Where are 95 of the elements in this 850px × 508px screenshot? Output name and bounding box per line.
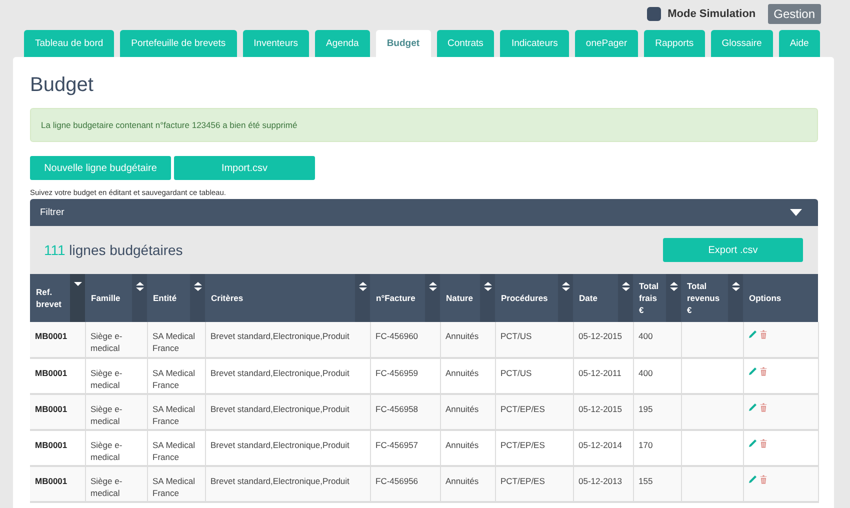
table-cell: 05-12-2015: [578, 330, 622, 342]
action-button[interactable]: Import.csv: [174, 156, 315, 180]
table-cell: FC-456958: [376, 403, 418, 415]
table-cell: Brevet standard,Electronique,Produit: [210, 439, 350, 451]
table-cell: Annuités: [446, 475, 479, 487]
trash-icon[interactable]: [760, 475, 766, 484]
nav-tab[interactable]: Inventeurs: [242, 30, 310, 57]
column-header: Entité: [152, 292, 178, 304]
table-cell: FC-456957: [376, 439, 418, 451]
table-cell: 05-12-2015: [578, 403, 622, 415]
trash-icon[interactable]: [760, 330, 766, 339]
table-cell: Brevet standard,Electronique,Produit: [210, 330, 350, 342]
table-cell-text: Siège e-medical: [90, 439, 124, 463]
sort-icon[interactable]: [732, 282, 740, 291]
table-cell: Brevet standard,Electronique,Produit: [210, 475, 350, 487]
table-cell-text: SA Medical France: [152, 330, 196, 354]
nav-tab[interactable]: Indicateurs: [500, 30, 569, 57]
table-cell-text: SA Medical France: [152, 475, 196, 499]
sort-icon[interactable]: [74, 282, 82, 286]
table-cell: FC-456959: [376, 367, 418, 379]
table-cell: FC-456956: [376, 475, 418, 487]
trash-icon[interactable]: [760, 403, 766, 412]
row-count: 111 lignes budgétaires: [44, 242, 183, 258]
sort-icon[interactable]: [670, 282, 678, 291]
simulation-checkbox[interactable]: [646, 7, 661, 21]
table-cell: PCT/US: [500, 330, 532, 342]
nav-tab[interactable]: Budget: [376, 30, 431, 57]
table-cell: 05-12-2013: [578, 475, 622, 487]
filter-bar[interactable]: Filtrer: [30, 199, 818, 226]
column-header: Options: [748, 292, 782, 304]
column-header: Ref. brevet: [35, 286, 63, 310]
table-cell: PCT/EP/ES: [500, 403, 545, 415]
filter-label: Filtrer: [40, 207, 64, 218]
simulation-label: Mode Simulation: [668, 8, 756, 20]
sort-icon[interactable]: [562, 282, 570, 291]
table-cell: 170: [638, 439, 653, 451]
table-cell-text: Siège e-medical: [90, 330, 124, 354]
table-cell: 400: [638, 330, 653, 342]
sort-icon[interactable]: [622, 282, 630, 291]
table-cell: MB0001: [35, 367, 68, 379]
nav-tab[interactable]: Contrats: [436, 30, 494, 57]
nav-tab[interactable]: Aide: [778, 30, 820, 57]
column-header: Famille: [90, 292, 122, 304]
table-cell-text: Siège e-medical: [90, 475, 124, 499]
nav-tab[interactable]: Tableau de bord: [24, 30, 114, 57]
nav-tab[interactable]: Rapports: [644, 30, 705, 57]
table-cell: FC-456960: [376, 330, 418, 342]
success-alert: La ligne budgetaire contenant n°facture 123456 a bien été supprimé: [30, 108, 818, 142]
table-cell: Annuités: [446, 403, 479, 415]
table-cell: Annuités: [446, 439, 479, 451]
page-title: Budget: [30, 74, 94, 97]
trash-icon[interactable]: [760, 439, 766, 448]
table-cell-text: SA Medical France: [152, 403, 196, 427]
table-cell-text: Siège e-medical: [90, 367, 124, 391]
table-cell: MB0001: [35, 475, 68, 487]
pencil-icon[interactable]: [748, 367, 756, 375]
sort-icon[interactable]: [484, 282, 492, 291]
column-header: Total revenus €: [686, 280, 721, 316]
column-header: Procédures: [500, 292, 549, 304]
table-cell: 05-12-2014: [578, 439, 622, 451]
pencil-icon[interactable]: [748, 439, 756, 447]
table-cell: 05-12-2011: [578, 367, 622, 379]
table-cell: MB0001: [35, 330, 68, 342]
table-cell: 195: [638, 403, 653, 415]
table-cell: Brevet standard,Electronique,Produit: [210, 367, 350, 379]
table-cell: Annuités: [446, 367, 479, 379]
table-cell: PCT/EP/ES: [500, 439, 545, 451]
sort-icon[interactable]: [136, 282, 144, 291]
gestion-button[interactable]: Gestion: [768, 4, 821, 24]
action-button[interactable]: Nouvelle ligne budgétaire: [30, 156, 171, 180]
table-cell: Annuités: [446, 330, 479, 342]
table-cell-text: SA Medical France: [152, 439, 196, 463]
table-cell: Brevet standard,Electronique,Produit: [210, 403, 350, 415]
column-header: Critères: [210, 292, 244, 304]
nav-tab[interactable]: onePager: [574, 30, 638, 57]
column-header: Total frais €: [638, 280, 660, 316]
table-cell: PCT/EP/ES: [500, 475, 545, 487]
table-cell: MB0001: [35, 439, 68, 451]
column-header: Date: [578, 292, 598, 304]
table-cell: 400: [638, 367, 653, 379]
table-cell-text: SA Medical France: [152, 367, 196, 391]
sort-icon[interactable]: [194, 282, 202, 291]
nav-tab[interactable]: Portefeuille de brevets: [120, 30, 237, 57]
sort-icon[interactable]: [358, 282, 366, 291]
sort-icon[interactable]: [428, 282, 436, 291]
column-header: Nature: [445, 292, 474, 304]
export-button[interactable]: Export .csv: [663, 238, 803, 262]
table-cell: 155: [638, 475, 653, 487]
table-cell: MB0001: [35, 403, 68, 415]
table-cell: PCT/US: [500, 367, 532, 379]
nav-tab[interactable]: Agenda: [315, 30, 370, 57]
nav-tab[interactable]: Glossaire: [710, 30, 773, 57]
table-cell-text: Siège e-medical: [90, 403, 124, 427]
column-header: n°Facture: [375, 292, 416, 304]
trash-icon[interactable]: [760, 367, 766, 376]
